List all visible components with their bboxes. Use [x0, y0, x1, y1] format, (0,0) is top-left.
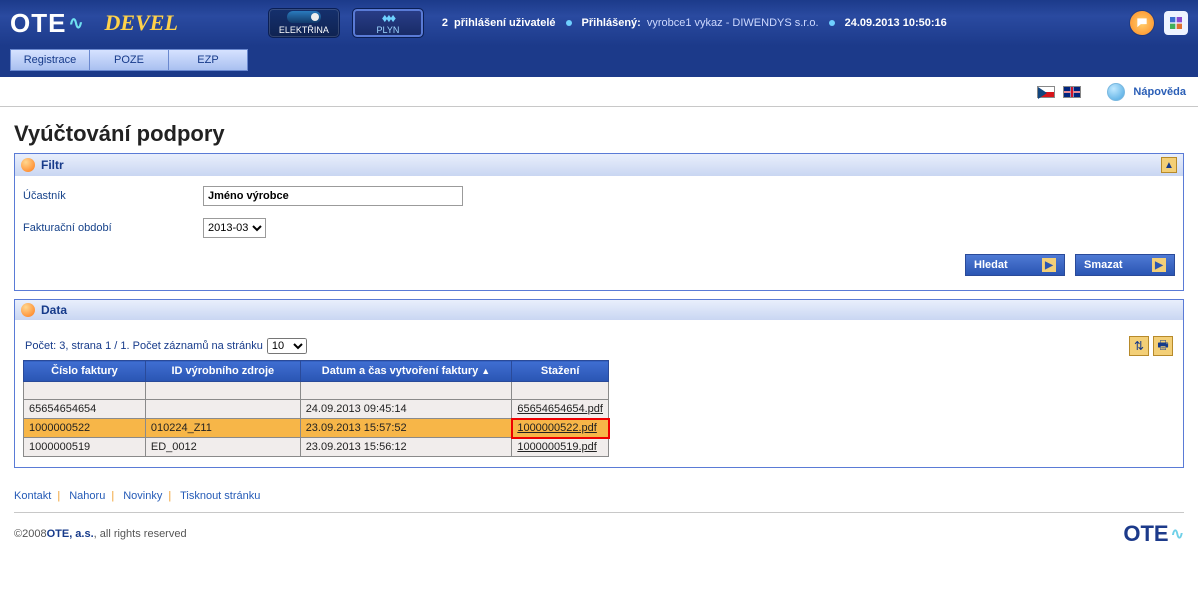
- table-cell: 010224_Z11: [145, 419, 300, 438]
- table-cell: 65654654654: [24, 400, 146, 419]
- table-cell: 23.09.2013 15:56:12: [300, 438, 512, 457]
- arrow-icon: ▶: [1152, 258, 1166, 272]
- nav-registrace[interactable]: Registrace: [10, 49, 90, 71]
- collapse-icon[interactable]: ▲: [1161, 157, 1177, 173]
- filter-created[interactable]: [300, 382, 512, 400]
- export-icon[interactable]: ⇅: [1129, 336, 1149, 356]
- table-cell: 24.09.2013 09:45:14: [300, 400, 512, 419]
- copyright: ©2008 OTE, a.s. , all rights reserved OT…: [14, 513, 1184, 555]
- table-cell: ED_0012: [145, 438, 300, 457]
- tab-gas[interactable]: ♦♦♦ PLYN: [352, 8, 424, 38]
- table-meta-text: Počet: 3, strana 1 / 1. Počet záznamů na…: [25, 340, 263, 352]
- panel-orb-icon: [21, 303, 35, 317]
- footer-link-contact[interactable]: Kontakt: [14, 490, 51, 502]
- lang-en-icon[interactable]: [1063, 86, 1081, 98]
- footer-links: Kontakt| Nahoru| Novinky| Tisknout strán…: [14, 476, 1184, 513]
- header-actions: [1130, 11, 1188, 35]
- data-panel-header: Data: [15, 300, 1183, 320]
- header-status: 2 přihlášení uživatelé Přihlášený: vyrob…: [442, 17, 947, 29]
- data-heading: Data: [41, 303, 67, 317]
- filter-invoice[interactable]: [24, 382, 146, 400]
- footer-link-print[interactable]: Tisknout stránku: [180, 490, 260, 502]
- filter-heading: Filtr: [41, 158, 64, 172]
- nav-ezp[interactable]: EZP: [168, 49, 248, 71]
- page-size-select[interactable]: 10: [267, 338, 307, 354]
- tab-electricity-label: ELEKTŘINA: [279, 25, 329, 35]
- chat-icon[interactable]: [1130, 11, 1154, 35]
- app-header: OTE ∿ DEVEL ELEKTŘINA ♦♦♦ PLYN 2 přihláš…: [0, 0, 1198, 46]
- period-label: Fakturační období: [23, 222, 203, 234]
- lang-cz-icon[interactable]: [1037, 86, 1055, 98]
- col-download[interactable]: Stažení: [512, 361, 609, 382]
- download-link[interactable]: 65654654654.pdf: [517, 403, 603, 415]
- search-button[interactable]: Hledat ▶: [965, 254, 1065, 276]
- table-cell[interactable]: 1000000519.pdf: [512, 438, 609, 457]
- participant-input[interactable]: [203, 186, 463, 206]
- filter-panel-body: Účastník Fakturační období 2013-03 Hleda…: [15, 176, 1183, 290]
- nav-poze[interactable]: POZE: [89, 49, 169, 71]
- separator-icon: [829, 20, 835, 26]
- filter-download[interactable]: [512, 382, 609, 400]
- table-row[interactable]: 1000000519ED_001223.09.2013 15:56:12 1000…: [24, 438, 609, 457]
- participant-label: Účastník: [23, 190, 203, 202]
- separator-icon: [566, 20, 572, 26]
- filter-panel: Filtr ▲ Účastník Fakturační období 2013-…: [14, 153, 1184, 291]
- data-panel: Data Počet: 3, strana 1 / 1. Počet zázna…: [14, 299, 1184, 468]
- invoice-table: Číslo faktury ID výrobního zdroje Datum …: [23, 360, 609, 457]
- server-time: 24.09.2013 10:50:16: [845, 17, 947, 29]
- user-name: vyrobce1 vykaz - DIWENDYS s.r.o.: [647, 17, 819, 29]
- download-link[interactable]: 1000000522.pdf: [517, 422, 597, 434]
- panel-orb-icon: [21, 158, 35, 172]
- copy-rest: , all rights reserved: [94, 528, 187, 540]
- table-cell: 1000000519: [24, 438, 146, 457]
- arrow-icon: ▶: [1042, 258, 1056, 272]
- table-meta: Počet: 3, strana 1 / 1. Počet záznamů na…: [23, 330, 1175, 360]
- table-cell[interactable]: 65654654654.pdf: [512, 400, 609, 419]
- page-body: Vyúčtování podpory Filtr ▲ Účastník Fakt…: [0, 107, 1198, 575]
- table-cell: [145, 400, 300, 419]
- tab-electricity[interactable]: ELEKTŘINA: [268, 8, 340, 38]
- help-icon[interactable]: [1107, 83, 1125, 101]
- logged-count: 2: [442, 17, 448, 29]
- filter-source[interactable]: [145, 382, 300, 400]
- drop-icon: ♦♦♦: [382, 11, 394, 25]
- col-created[interactable]: Datum a čas vytvoření faktury▲: [300, 361, 512, 382]
- table-cell[interactable]: 1000000522.pdf: [512, 419, 609, 438]
- help-link[interactable]: Nápověda: [1133, 86, 1186, 98]
- environment-label: DEVEL: [105, 10, 178, 36]
- table-row[interactable]: 1000000522010224_Z1123.09.2013 15:57:52 1…: [24, 419, 609, 438]
- table-row[interactable]: 65654654654 24.09.2013 09:45:14 6565465465…: [24, 400, 609, 419]
- logo-wave-icon: ∿: [68, 13, 84, 34]
- tab-gas-label: PLYN: [376, 25, 399, 35]
- footer-logo: OTE∿: [1123, 521, 1184, 547]
- logged-label: přihlášení uživatelé: [454, 17, 555, 29]
- data-panel-body: Počet: 3, strana 1 / 1. Počet záznamů na…: [15, 320, 1183, 467]
- period-select[interactable]: 2013-03: [203, 218, 266, 238]
- logo-text: OTE: [10, 8, 66, 39]
- plug-icon: [287, 11, 321, 23]
- search-button-label: Hledat: [974, 259, 1008, 271]
- clear-button[interactable]: Smazat ▶: [1075, 254, 1175, 276]
- footer-link-news[interactable]: Novinky: [123, 490, 162, 502]
- download-link[interactable]: 1000000519.pdf: [517, 441, 597, 453]
- filter-panel-header: Filtr ▲: [15, 154, 1183, 176]
- table-cell: 23.09.2013 15:57:52: [300, 419, 512, 438]
- user-label: Přihlášený:: [582, 17, 641, 29]
- widgets-icon[interactable]: [1164, 11, 1188, 35]
- main-nav: Registrace POZE EZP: [0, 46, 1198, 77]
- copy-company: OTE, a.s.: [47, 528, 94, 540]
- footer-link-top[interactable]: Nahoru: [69, 490, 105, 502]
- col-invoice[interactable]: Číslo faktury: [24, 361, 146, 382]
- sort-asc-icon: ▲: [481, 366, 490, 376]
- copy-year: ©2008: [14, 528, 47, 540]
- page-title: Vyúčtování podpory: [14, 121, 1184, 147]
- clear-button-label: Smazat: [1084, 259, 1123, 271]
- col-source[interactable]: ID výrobního zdroje: [145, 361, 300, 382]
- logo: OTE ∿: [10, 8, 85, 39]
- table-cell: 1000000522: [24, 419, 146, 438]
- utility-strip: Nápověda: [0, 77, 1198, 107]
- print-icon[interactable]: 🖶: [1153, 336, 1173, 356]
